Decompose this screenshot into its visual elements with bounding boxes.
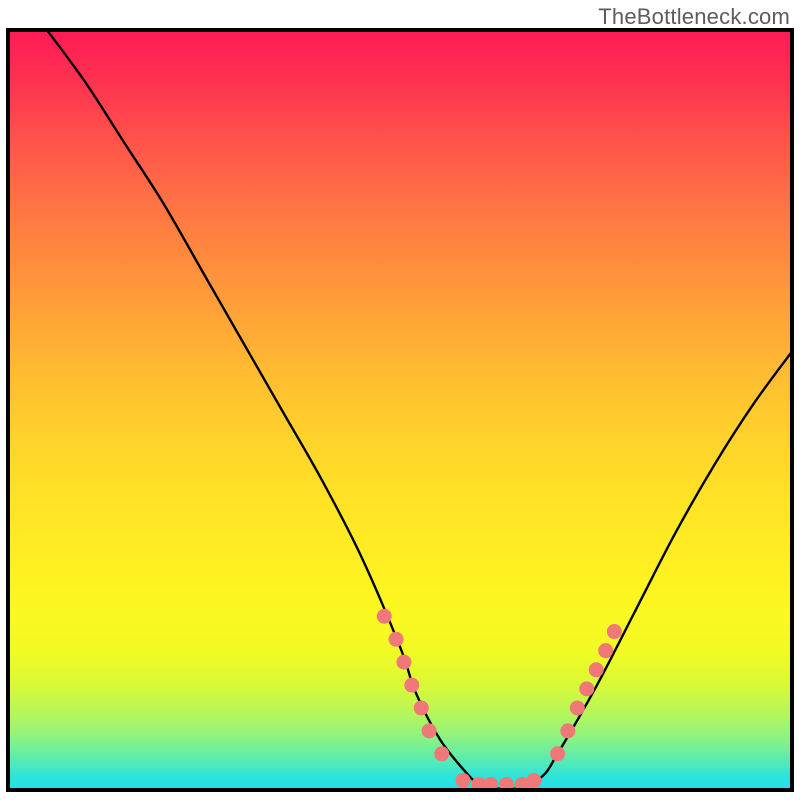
- dot: [550, 746, 565, 761]
- dot: [499, 777, 514, 792]
- dot: [396, 655, 411, 670]
- dot: [579, 681, 594, 696]
- dot: [589, 662, 604, 677]
- dot: [598, 643, 613, 658]
- dot: [607, 624, 622, 639]
- dot: [570, 700, 585, 715]
- dot: [422, 723, 437, 738]
- dot: [404, 678, 419, 693]
- dot: [389, 632, 404, 647]
- dot: [414, 700, 429, 715]
- dot: [526, 773, 541, 788]
- dot: [560, 723, 575, 738]
- highlight-dots: [377, 609, 622, 792]
- dot: [483, 777, 498, 792]
- dot: [377, 609, 392, 624]
- dot: [434, 746, 449, 761]
- chart-frame: [6, 28, 794, 792]
- watermark-text: TheBottleneck.com: [598, 4, 790, 30]
- curve-path: [45, 28, 794, 789]
- bottleneck-curve: [45, 28, 794, 789]
- dot: [456, 773, 471, 788]
- chart-svg: [6, 28, 794, 792]
